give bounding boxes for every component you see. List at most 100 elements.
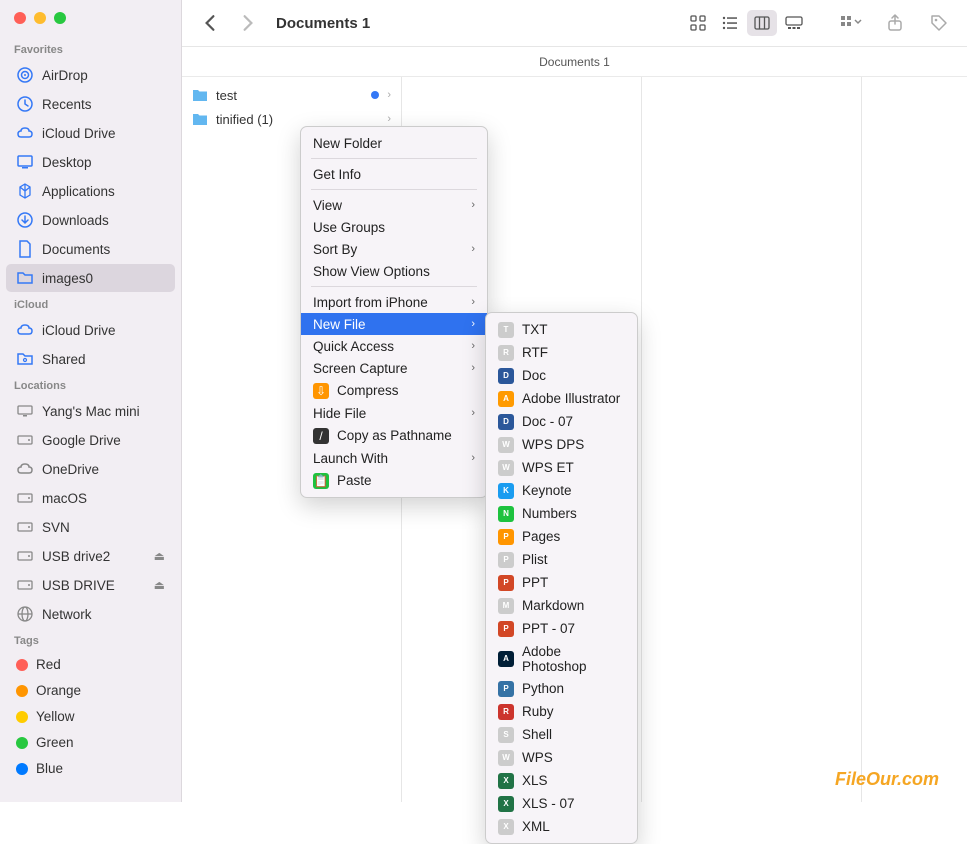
- menu-item-quick-access[interactable]: Quick Access›: [301, 335, 487, 357]
- group-button[interactable]: [837, 9, 865, 37]
- menu-item-view[interactable]: View›: [301, 194, 487, 216]
- submenu-item-doc[interactable]: D Doc: [486, 364, 637, 387]
- icon-view-button[interactable]: [683, 10, 713, 36]
- cloud-icon: [16, 124, 34, 142]
- submenu-item-ppt[interactable]: PPPT: [486, 571, 637, 594]
- submenu-item-shell[interactable]: SShell: [486, 723, 637, 746]
- submenu-item-numbers[interactable]: NNumbers: [486, 502, 637, 525]
- menu-item-new-folder[interactable]: New Folder: [301, 132, 487, 154]
- list-view-button[interactable]: [715, 10, 745, 36]
- sidebar-item-red[interactable]: Red: [6, 652, 175, 677]
- sidebar-item-macos[interactable]: macOS: [6, 484, 175, 512]
- submenu-item-xls[interactable]: XXLS: [486, 769, 637, 792]
- sidebar-item-images0[interactable]: images0: [6, 264, 175, 292]
- submenu-item-doc-07[interactable]: DDoc - 07: [486, 410, 637, 433]
- close-button[interactable]: [14, 12, 26, 24]
- submenu-item-adobe-illustrator[interactable]: AAdobe Illustrator: [486, 387, 637, 410]
- sidebar-item-google-drive[interactable]: Google Drive: [6, 426, 175, 454]
- cloud-icon: [16, 321, 34, 339]
- menu-item-label: Import from iPhone: [313, 295, 463, 310]
- sidebar-item-applications[interactable]: Applications: [6, 177, 175, 205]
- menu-item-import-from-iphone[interactable]: Import from iPhone›: [301, 291, 487, 313]
- filetype-icon: D: [498, 368, 514, 384]
- sidebar-item-icloud-drive[interactable]: iCloud Drive: [6, 119, 175, 147]
- sidebar-item-yellow[interactable]: Yellow: [6, 704, 175, 729]
- submenu-item-ruby[interactable]: RRuby: [486, 700, 637, 723]
- menu-item-paste[interactable]: 📋Paste: [301, 469, 487, 492]
- submenu-item-adobe-photoshop[interactable]: A Adobe Photoshop: [486, 640, 637, 677]
- menu-item-compress[interactable]: ⇩ Compress: [301, 379, 487, 402]
- menu-item-screen-capture[interactable]: Screen Capture ›: [301, 357, 487, 379]
- sidebar-item-orange[interactable]: Orange: [6, 678, 175, 703]
- submenu-item-plist[interactable]: PPlist: [486, 548, 637, 571]
- sidebar-item-label: Shared: [42, 352, 86, 367]
- eject-icon[interactable]: ⏏: [154, 549, 165, 563]
- menu-item-label: Get Info: [313, 167, 475, 182]
- sidebar-item-usb-drive2[interactable]: USB drive2⏏: [6, 542, 175, 570]
- menu-item-hide-file[interactable]: Hide File›: [301, 402, 487, 424]
- submenu-item-pages[interactable]: PPages: [486, 525, 637, 548]
- menu-item-label: View: [313, 198, 463, 213]
- file-row[interactable]: test ›: [182, 83, 401, 107]
- submenu-item-ppt-07[interactable]: PPPT - 07: [486, 617, 637, 640]
- maximize-button[interactable]: [54, 12, 66, 24]
- menu-item-launch-with[interactable]: Launch With›: [301, 447, 487, 469]
- submenu-item-label: XML: [522, 819, 625, 834]
- sidebar-item-downloads[interactable]: Downloads: [6, 206, 175, 234]
- submenu-item-keynote[interactable]: KKeynote: [486, 479, 637, 502]
- minimize-button[interactable]: [34, 12, 46, 24]
- submenu-item-label: PPT: [522, 575, 625, 590]
- sidebar-item-icloud-drive[interactable]: iCloud Drive: [6, 316, 175, 344]
- sidebar-item-label: Desktop: [42, 155, 92, 170]
- sidebar-item-green[interactable]: Green: [6, 730, 175, 755]
- sidebar-item-blue[interactable]: Blue: [6, 756, 175, 781]
- sidebar-item-recents[interactable]: Recents: [6, 90, 175, 118]
- filetype-icon: P: [498, 529, 514, 545]
- menu-item-sort-by[interactable]: Sort By›: [301, 238, 487, 260]
- sidebar-item-airdrop[interactable]: AirDrop: [6, 61, 175, 89]
- sidebar-item-desktop[interactable]: Desktop: [6, 148, 175, 176]
- menu-separator: [311, 158, 477, 159]
- menu-item-get-info[interactable]: Get Info: [301, 163, 487, 185]
- sidebar-item-network[interactable]: Network: [6, 600, 175, 628]
- menu-item-show-view-options[interactable]: Show View Options: [301, 260, 487, 282]
- path-current: Documents 1: [539, 55, 610, 69]
- gallery-view-button[interactable]: [779, 10, 809, 36]
- menu-item-label: Compress: [337, 383, 475, 398]
- submenu-item-label: Adobe Photoshop: [522, 644, 625, 674]
- menu-item-use-groups[interactable]: Use Groups: [301, 216, 487, 238]
- eject-icon[interactable]: ⏏: [154, 578, 165, 592]
- forward-button[interactable]: [234, 9, 262, 37]
- sidebar-item-shared[interactable]: Shared: [6, 345, 175, 373]
- filetype-icon: A: [498, 651, 514, 667]
- menu-item-label: New File: [313, 317, 463, 332]
- submenu-item-txt[interactable]: TTXT: [486, 318, 637, 341]
- submenu-item-wps-dps[interactable]: WWPS DPS: [486, 433, 637, 456]
- compress-icon: ⇩: [313, 383, 329, 399]
- back-button[interactable]: [196, 9, 224, 37]
- submenu-item-xml[interactable]: XXML: [486, 815, 637, 838]
- submenu-item-markdown[interactable]: MMarkdown: [486, 594, 637, 617]
- submenu-item-wps[interactable]: WWPS: [486, 746, 637, 769]
- chevron-right-icon: ›: [471, 362, 475, 374]
- sidebar-item-usb-drive[interactable]: USB DRIVE ⏏: [6, 571, 175, 599]
- menu-item-copy-as-pathname[interactable]: /Copy as Pathname: [301, 424, 487, 447]
- share-button[interactable]: [881, 9, 909, 37]
- column-view-button[interactable]: [747, 10, 777, 36]
- sidebar-item-documents[interactable]: Documents: [6, 235, 175, 263]
- menu-item-new-file[interactable]: New File›: [301, 313, 487, 335]
- menu-item-label: Screen Capture: [313, 361, 463, 376]
- submenu-item-label: XLS: [522, 773, 625, 788]
- sidebar-item-label: USB DRIVE: [42, 578, 115, 593]
- submenu-item-label: Doc: [522, 368, 625, 383]
- submenu-item-xls-07[interactable]: XXLS - 07: [486, 792, 637, 815]
- column-3[interactable]: [642, 77, 862, 802]
- submenu-item-wps-et[interactable]: WWPS ET: [486, 456, 637, 479]
- tag-button[interactable]: [925, 9, 953, 37]
- submenu-item-rtf[interactable]: RRTF: [486, 341, 637, 364]
- chevron-right-icon: ›: [387, 89, 391, 101]
- sidebar-item-yang-s-mac-mini[interactable]: Yang's Mac mini: [6, 397, 175, 425]
- sidebar-item-onedrive[interactable]: OneDrive: [6, 455, 175, 483]
- submenu-item-python[interactable]: PPython: [486, 677, 637, 700]
- sidebar-item-svn[interactable]: SVN: [6, 513, 175, 541]
